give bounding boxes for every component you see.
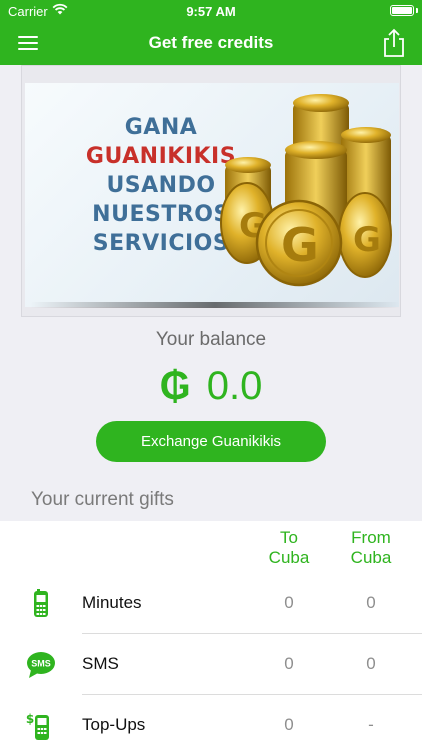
gift-label: SMS [82, 654, 119, 673]
guanikiki-currency-icon: ₲ [159, 364, 191, 408]
gift-row-sms: SMS SMS 0 0 [0, 634, 422, 695]
clock: 9:57 AM [186, 4, 236, 19]
column-header-to-cuba: To Cuba [268, 528, 310, 567]
exchange-guanikikis-button[interactable]: Exchange Guanikikis [96, 421, 326, 462]
share-icon[interactable] [380, 28, 408, 58]
gifts-table: To Cuba From Cuba Minutes 0 0 SMS SMS 0 [0, 521, 422, 750]
gift-from-cuba-value: 0 [366, 654, 376, 673]
battery-icon [390, 5, 414, 16]
phone-topup-icon: $ [26, 712, 49, 740]
sms-bubble-icon: SMS [27, 652, 55, 678]
gift-to-cuba-value: 0 [284, 593, 294, 612]
gift-from-cuba-value: 0 [366, 593, 376, 612]
promo-banner: GANA GUANIKIKIS USANDO NUESTROS SERVICIO… [21, 65, 401, 317]
gift-label: Top-Ups [82, 715, 146, 734]
gift-to-cuba-value: 0 [284, 715, 294, 734]
svg-text:G: G [353, 220, 381, 260]
top-bar: Carrier 9:57 AM Get free credits [0, 0, 422, 65]
svg-text:G: G [281, 218, 319, 272]
balance-label: Your balance [155, 329, 267, 350]
svg-text:$: $ [26, 712, 34, 726]
column-header-from-cuba: From Cuba [350, 528, 392, 567]
mobile-phone-icon [34, 589, 48, 617]
gift-label: Minutes [82, 593, 142, 612]
page-title: Get free credits [148, 33, 274, 52]
gift-to-cuba-value: 0 [284, 654, 294, 673]
section-title-gifts: Your current gifts [31, 489, 174, 510]
gift-row-top-ups: $ Top-Ups 0 - [0, 695, 422, 750]
balance-value: 0.0 [206, 364, 263, 408]
svg-text:SMS: SMS [31, 659, 51, 669]
gift-from-cuba-value: - [368, 715, 374, 734]
navigation-bar: Get free credits [0, 22, 422, 65]
status-bar: Carrier 9:57 AM [0, 0, 422, 22]
balance-amount: ₲ 0.0 [0, 364, 422, 409]
gift-row-minutes: Minutes 0 0 [0, 573, 422, 634]
coin-stack-icon: G G G [220, 94, 392, 287]
